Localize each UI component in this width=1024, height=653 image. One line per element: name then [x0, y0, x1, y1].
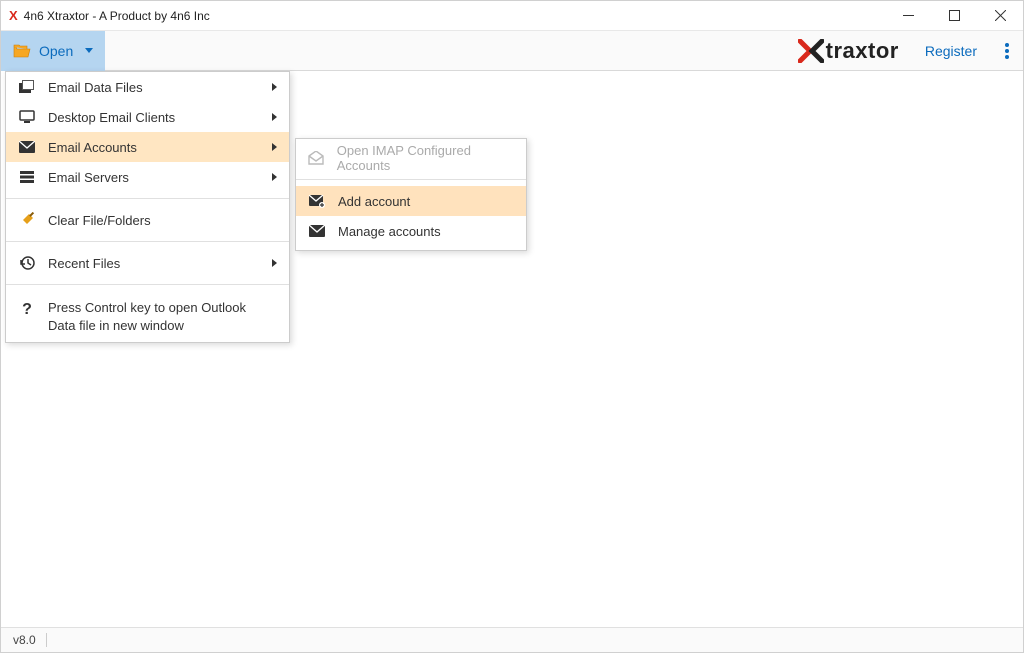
status-bar: v8.0 [1, 627, 1023, 652]
chevron-right-icon [272, 83, 277, 91]
register-button[interactable]: Register [911, 31, 991, 71]
submenu-label: Open IMAP Configured Accounts [337, 143, 514, 173]
submenu-separator [296, 179, 526, 180]
maximize-button[interactable] [931, 1, 977, 31]
menu-separator [6, 241, 289, 242]
open-button[interactable]: Open [1, 31, 105, 71]
chevron-right-icon [272, 143, 277, 151]
logo-icon [798, 39, 824, 63]
submenu-item-manage-accounts[interactable]: Manage accounts [296, 216, 526, 246]
submenu-label: Add account [338, 194, 410, 209]
close-icon [995, 10, 1006, 21]
title-bar: X 4n6 Xtraxtor - A Product by 4n6 Inc [1, 1, 1023, 31]
maximize-icon [949, 10, 960, 21]
chevron-right-icon [272, 259, 277, 267]
chevron-right-icon [272, 173, 277, 181]
email-accounts-submenu: Open IMAP Configured Accounts Add accoun… [295, 138, 527, 251]
chevron-right-icon [272, 113, 277, 121]
menu-item-recent-files[interactable]: Recent Files [6, 248, 289, 278]
submenu-item-add-account[interactable]: Add account [296, 186, 526, 216]
menu-separator [6, 284, 289, 285]
envelope-plus-icon [308, 192, 326, 210]
app-icon: X [9, 8, 18, 23]
menu-item-email-data-files[interactable]: Email Data Files [6, 72, 289, 102]
open-menu: Email Data Files Desktop Email Clients E… [5, 71, 290, 343]
menu-item-clear-file-folders[interactable]: Clear File/Folders [6, 205, 289, 235]
menu-label: Recent Files [48, 256, 272, 271]
menu-item-email-servers[interactable]: Email Servers [6, 162, 289, 192]
menu-item-hint: ? Press Control key to open Outlook Data… [6, 291, 289, 342]
file-stack-icon [18, 78, 36, 96]
menu-label: Clear File/Folders [48, 213, 277, 228]
monitor-icon [18, 108, 36, 126]
server-icon [18, 168, 36, 186]
envelope-icon [18, 138, 36, 156]
status-divider [46, 633, 47, 647]
broom-icon [18, 211, 36, 229]
register-label: Register [925, 43, 977, 59]
close-button[interactable] [977, 1, 1023, 31]
toolbar: Open traxtor Register [1, 31, 1023, 71]
folder-open-icon [13, 44, 31, 58]
window-controls [885, 1, 1023, 31]
menu-item-desktop-email-clients[interactable]: Desktop Email Clients [6, 102, 289, 132]
envelope-open-icon [308, 149, 325, 167]
version-label: v8.0 [13, 633, 36, 647]
submenu-item-open-imap: Open IMAP Configured Accounts [296, 143, 526, 173]
menu-label: Email Accounts [48, 140, 272, 155]
envelope-icon [308, 222, 326, 240]
brand-logo: traxtor [798, 38, 911, 64]
submenu-label: Manage accounts [338, 224, 441, 239]
menu-label: Email Servers [48, 170, 272, 185]
logo-text: traxtor [826, 38, 899, 64]
menu-label: Email Data Files [48, 80, 272, 95]
menu-separator [6, 198, 289, 199]
open-button-label: Open [39, 43, 73, 59]
minimize-icon [903, 10, 914, 21]
chevron-down-icon [85, 48, 93, 53]
menu-item-email-accounts[interactable]: Email Accounts [6, 132, 289, 162]
minimize-button[interactable] [885, 1, 931, 31]
more-button[interactable] [991, 31, 1023, 71]
window-title: 4n6 Xtraxtor - A Product by 4n6 Inc [24, 9, 885, 23]
history-icon [18, 254, 36, 272]
question-icon: ? [18, 301, 36, 319]
more-vertical-icon [1005, 41, 1009, 61]
menu-label: Desktop Email Clients [48, 110, 272, 125]
menu-label: Press Control key to open Outlook Data f… [48, 299, 277, 334]
